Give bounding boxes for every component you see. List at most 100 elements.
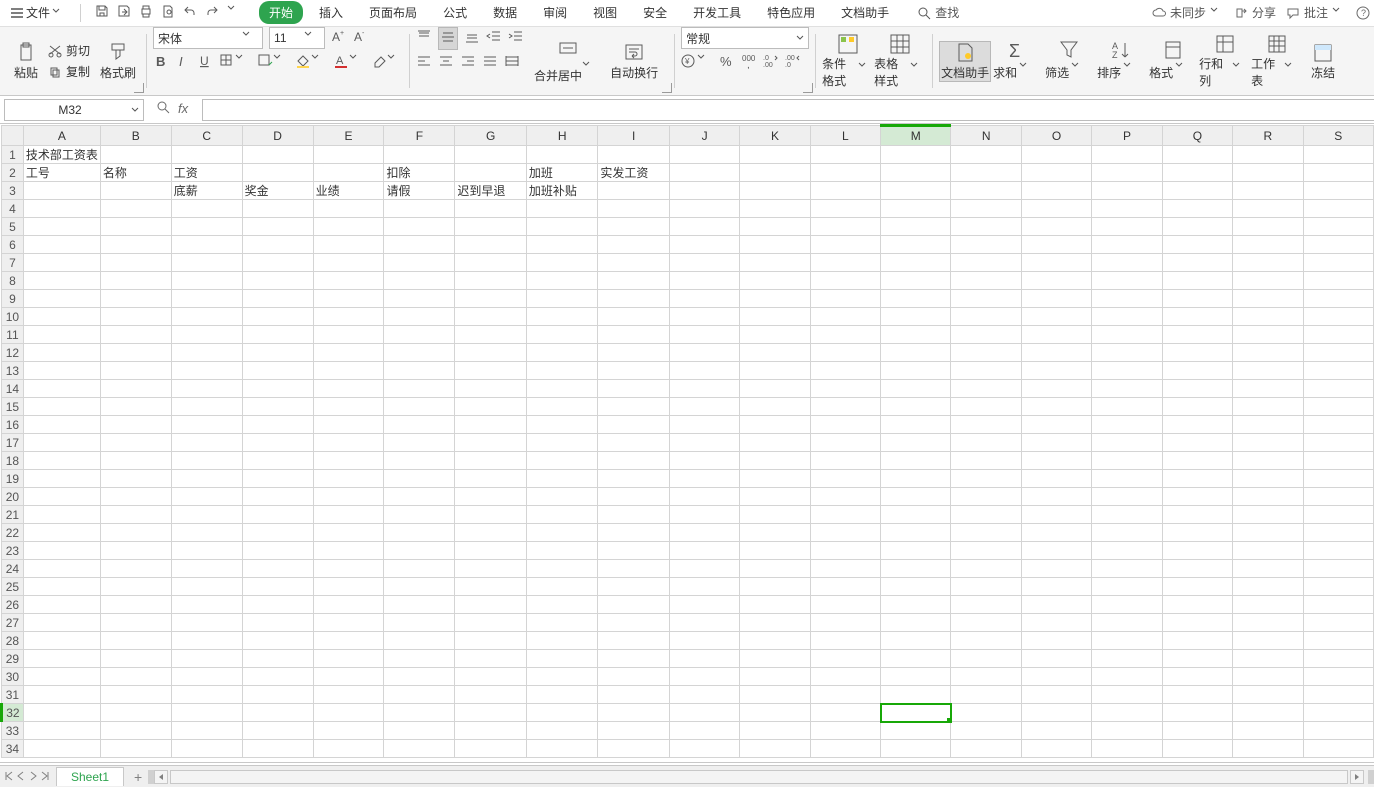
col-header-O[interactable]: O — [1021, 126, 1091, 146]
row-header-2[interactable]: 2 — [2, 164, 24, 182]
row-header-7[interactable]: 7 — [2, 254, 24, 272]
cell-O7[interactable] — [1021, 254, 1091, 272]
cell-L21[interactable] — [810, 506, 880, 524]
cell-O19[interactable] — [1021, 470, 1091, 488]
cell-Q1[interactable] — [1162, 146, 1232, 164]
cell-E18[interactable] — [313, 452, 384, 470]
cell-G33[interactable] — [455, 722, 527, 740]
cell-H34[interactable] — [526, 740, 598, 758]
cell-O20[interactable] — [1021, 488, 1091, 506]
cell-H30[interactable] — [526, 668, 598, 686]
cell-R25[interactable] — [1233, 578, 1303, 596]
row-header-9[interactable]: 9 — [2, 290, 24, 308]
cell-I21[interactable] — [598, 506, 670, 524]
sheet-nav-first[interactable] — [4, 770, 14, 784]
cell-E15[interactable] — [313, 398, 384, 416]
cell-A9[interactable] — [23, 290, 100, 308]
cell-Q9[interactable] — [1162, 290, 1232, 308]
cell-L11[interactable] — [810, 326, 880, 344]
cell-C26[interactable] — [171, 596, 242, 614]
cell-R28[interactable] — [1233, 632, 1303, 650]
cell-F26[interactable] — [384, 596, 455, 614]
cell-B33[interactable] — [100, 722, 171, 740]
cell-B2[interactable]: 名称 — [100, 164, 171, 182]
cell-L10[interactable] — [810, 308, 880, 326]
cell-E2[interactable] — [313, 164, 384, 182]
cell-E10[interactable] — [313, 308, 384, 326]
cell-G24[interactable] — [455, 560, 527, 578]
cell-I9[interactable] — [598, 290, 670, 308]
cell-J33[interactable] — [669, 722, 739, 740]
fx-button[interactable]: fx — [178, 100, 194, 119]
cell-K3[interactable] — [740, 182, 810, 200]
cell-C5[interactable] — [171, 218, 242, 236]
cell-D4[interactable] — [242, 200, 313, 218]
cell-N16[interactable] — [951, 416, 1021, 434]
cell-F23[interactable] — [384, 542, 455, 560]
row-header-28[interactable]: 28 — [2, 632, 24, 650]
cell-H4[interactable] — [526, 200, 598, 218]
cell-K2[interactable] — [740, 164, 810, 182]
cell-C11[interactable] — [171, 326, 242, 344]
col-header-N[interactable]: N — [951, 126, 1021, 146]
cell-B5[interactable] — [100, 218, 171, 236]
cell-I6[interactable] — [598, 236, 670, 254]
row-header-31[interactable]: 31 — [2, 686, 24, 704]
cell-N17[interactable] — [951, 434, 1021, 452]
cell-Q32[interactable] — [1162, 704, 1232, 722]
cell-D30[interactable] — [242, 668, 313, 686]
cell-J6[interactable] — [669, 236, 739, 254]
cell-H33[interactable] — [526, 722, 598, 740]
cell-H25[interactable] — [526, 578, 598, 596]
cell-J16[interactable] — [669, 416, 739, 434]
borders-button[interactable] — [219, 53, 251, 72]
cell-E7[interactable] — [313, 254, 384, 272]
cell-B23[interactable] — [100, 542, 171, 560]
cell-F31[interactable] — [384, 686, 455, 704]
cell-C24[interactable] — [171, 560, 242, 578]
hscroll-splitter[interactable] — [1368, 770, 1374, 784]
cell-E34[interactable] — [313, 740, 384, 758]
cell-M29[interactable] — [881, 650, 951, 668]
cell-E19[interactable] — [313, 470, 384, 488]
cell-L19[interactable] — [810, 470, 880, 488]
cell-E21[interactable] — [313, 506, 384, 524]
cell-D3[interactable]: 奖金 — [242, 182, 313, 200]
hscroll-left[interactable] — [154, 770, 168, 784]
cell-O11[interactable] — [1021, 326, 1091, 344]
cell-E23[interactable] — [313, 542, 384, 560]
cell-H26[interactable] — [526, 596, 598, 614]
cell-M3[interactable] — [881, 182, 951, 200]
cell-R26[interactable] — [1233, 596, 1303, 614]
cell-N28[interactable] — [951, 632, 1021, 650]
row-header-6[interactable]: 6 — [2, 236, 24, 254]
cell-R29[interactable] — [1233, 650, 1303, 668]
cell-B22[interactable] — [100, 524, 171, 542]
cell-O27[interactable] — [1021, 614, 1091, 632]
search-button[interactable]: 查找 — [917, 4, 959, 21]
cell-A31[interactable] — [23, 686, 100, 704]
cell-O8[interactable] — [1021, 272, 1091, 290]
cell-A17[interactable] — [23, 434, 100, 452]
cell-C4[interactable] — [171, 200, 242, 218]
cell-B34[interactable] — [100, 740, 171, 758]
tab-insert[interactable]: 插入 — [309, 1, 353, 24]
cell-I4[interactable] — [598, 200, 670, 218]
cell-A2[interactable]: 工号 — [23, 164, 100, 182]
row-header-21[interactable]: 21 — [2, 506, 24, 524]
cell-J32[interactable] — [669, 704, 739, 722]
cell-B29[interactable] — [100, 650, 171, 668]
autosum-button[interactable]: Σ 求和 — [991, 39, 1043, 83]
cell-K25[interactable] — [740, 578, 810, 596]
cell-M10[interactable] — [881, 308, 951, 326]
row-header-17[interactable]: 17 — [2, 434, 24, 452]
cell-P33[interactable] — [1092, 722, 1162, 740]
cell-D22[interactable] — [242, 524, 313, 542]
cell-S33[interactable] — [1303, 722, 1374, 740]
cell-P12[interactable] — [1092, 344, 1162, 362]
cell-F19[interactable] — [384, 470, 455, 488]
tab-formula[interactable]: 公式 — [433, 1, 477, 24]
cell-O18[interactable] — [1021, 452, 1091, 470]
clipboard-dialog-launcher[interactable] — [134, 83, 144, 93]
col-header-S[interactable]: S — [1303, 126, 1374, 146]
